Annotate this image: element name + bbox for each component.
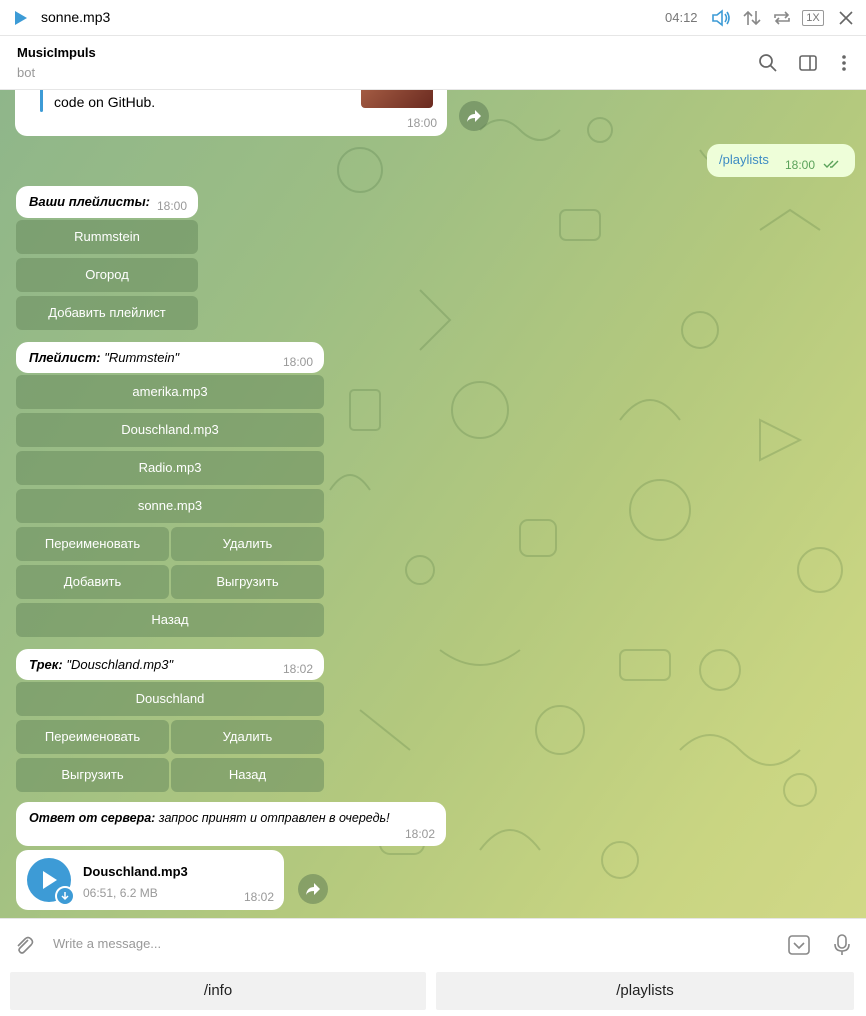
message-audio-file: Douschland.mp3 06:51, 6.2 MB 18:02 [16,850,284,910]
chat-messages-area[interactable]: code on GitHub. 18:00 /playlists 18:00 В… [0,90,866,918]
quote-bar [40,90,43,112]
message-time: 18:00 [785,158,816,172]
message-track: Трек: "Douschland.mp3" 18:02 [16,649,324,680]
message-time: 18:02 [282,662,313,676]
reply-button-info[interactable]: /info [10,972,426,1010]
forward-button[interactable] [459,101,489,131]
message-text: Плейлист: "Rummstein" [29,350,179,365]
player-time: 04:12 [665,10,698,25]
message-outgoing: /playlists 18:00 [707,144,855,177]
message-composer: Write a message... [0,918,866,968]
download-button[interactable] [55,886,75,906]
inline-button-rename[interactable]: Переименовать [16,527,169,561]
message-value: "Douschland.mp3" [62,657,174,672]
player-track-title: sonne.mp3 [41,9,111,25]
download-icon [61,892,69,901]
reply-button-playlists[interactable]: /playlists [436,972,854,1010]
bot-keyboard-toggle-icon[interactable] [787,933,811,957]
message-text: Трек: "Douschland.mp3" [29,657,173,672]
play-icon [43,871,57,889]
shuffle-order-icon[interactable] [741,8,763,28]
microphone-icon[interactable] [830,933,854,957]
inline-button-playlist-rummstein[interactable]: Rummstein [16,220,198,254]
inline-button-track-name[interactable]: Douschland [16,682,324,716]
play-icon[interactable] [14,10,28,26]
forward-button[interactable] [298,874,328,904]
inline-button-track[interactable]: sonne.mp3 [16,489,324,523]
message-time: 18:00 [406,116,437,130]
link-preview-image[interactable] [361,90,433,108]
close-icon[interactable] [835,8,857,28]
search-icon[interactable] [758,53,778,73]
chat-header: MusicImpuls bot [0,37,866,90]
inline-button-back[interactable]: Назад [171,758,324,792]
inline-button-track[interactable]: Radio.mp3 [16,451,324,485]
inline-button-back[interactable]: Назад [16,603,324,637]
inline-button-export[interactable]: Выгрузить [171,565,324,599]
audio-player-bar: sonne.mp3 04:12 1X [0,0,866,36]
message-playlists: Ваши плейлисты: 18:00 [16,186,198,218]
inline-button-export[interactable]: Выгрузить [16,758,169,792]
command-link[interactable]: /playlists [719,152,769,167]
audio-file-meta: 06:51, 6.2 MB [83,886,158,900]
message-github: code on GitHub. 18:00 [15,90,447,136]
playback-speed-button[interactable]: 1X [802,10,824,26]
message-text: Ответ от сервера: запрос принят и отправ… [29,811,390,825]
inline-button-track[interactable]: Douschland.mp3 [16,413,324,447]
message-text: code on GitHub. [54,94,156,110]
forward-icon [306,883,320,895]
forward-icon [467,110,481,122]
message-time: 18:00 [282,355,313,369]
double-check-icon [823,160,839,168]
chat-title[interactable]: MusicImpuls [17,45,96,60]
more-options-icon[interactable] [834,53,854,73]
repeat-icon[interactable] [771,8,793,28]
inline-button-add[interactable]: Добавить [16,565,169,599]
inline-button-rename[interactable]: Переименовать [16,720,169,754]
message-label: Трек: [29,657,63,672]
message-input[interactable]: Write a message... [53,936,161,951]
message-text: Ваши плейлисты: [29,194,151,209]
inline-button-add-playlist[interactable]: Добавить плейлист [16,296,198,330]
message-playlist: Плейлист: "Rummstein" 18:00 [16,342,324,373]
message-value: запрос принят и отправлен в очередь! [155,811,390,825]
message-label: Плейлист: [29,350,101,365]
inline-button-delete[interactable]: Удалить [171,527,324,561]
message-time: 18:00 [156,199,187,213]
sidebar-toggle-icon[interactable] [798,53,818,73]
message-server-response: Ответ от сервера: запрос принят и отправ… [16,802,446,846]
message-time: 18:02 [404,827,435,841]
volume-icon[interactable] [710,8,732,28]
inline-button-playlist-ogorod[interactable]: Огород [16,258,198,292]
inline-button-track[interactable]: amerika.mp3 [16,375,324,409]
reply-keyboard: /info /playlists [0,968,866,1016]
attach-icon[interactable] [12,933,36,957]
message-value: "Rummstein" [100,350,180,365]
audio-file-name[interactable]: Douschland.mp3 [83,864,188,879]
chat-status: bot [17,65,36,80]
message-time: 18:02 [243,890,274,904]
message-label: Ответ от сервера: [29,811,156,825]
inline-button-delete[interactable]: Удалить [171,720,324,754]
